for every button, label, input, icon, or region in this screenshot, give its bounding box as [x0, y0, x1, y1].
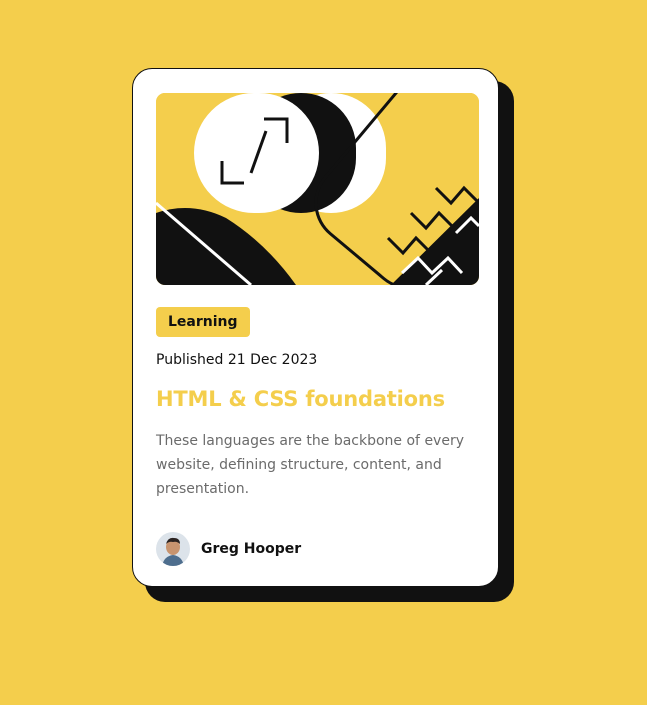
author-name[interactable]: Greg Hooper: [201, 541, 301, 557]
category-tag: Learning: [156, 307, 250, 337]
article-title[interactable]: HTML & CSS foundations: [156, 387, 445, 411]
article-description: These languages are the backbone of ever…: [156, 433, 464, 497]
hero-illustration: [156, 93, 479, 285]
author: Greg Hooper: [156, 532, 301, 566]
blog-preview-card: Learning Published 21 Dec 2023 HTML & CS…: [132, 68, 499, 587]
avatar: [156, 532, 190, 566]
published-date: Published 21 Dec 2023: [156, 352, 318, 368]
